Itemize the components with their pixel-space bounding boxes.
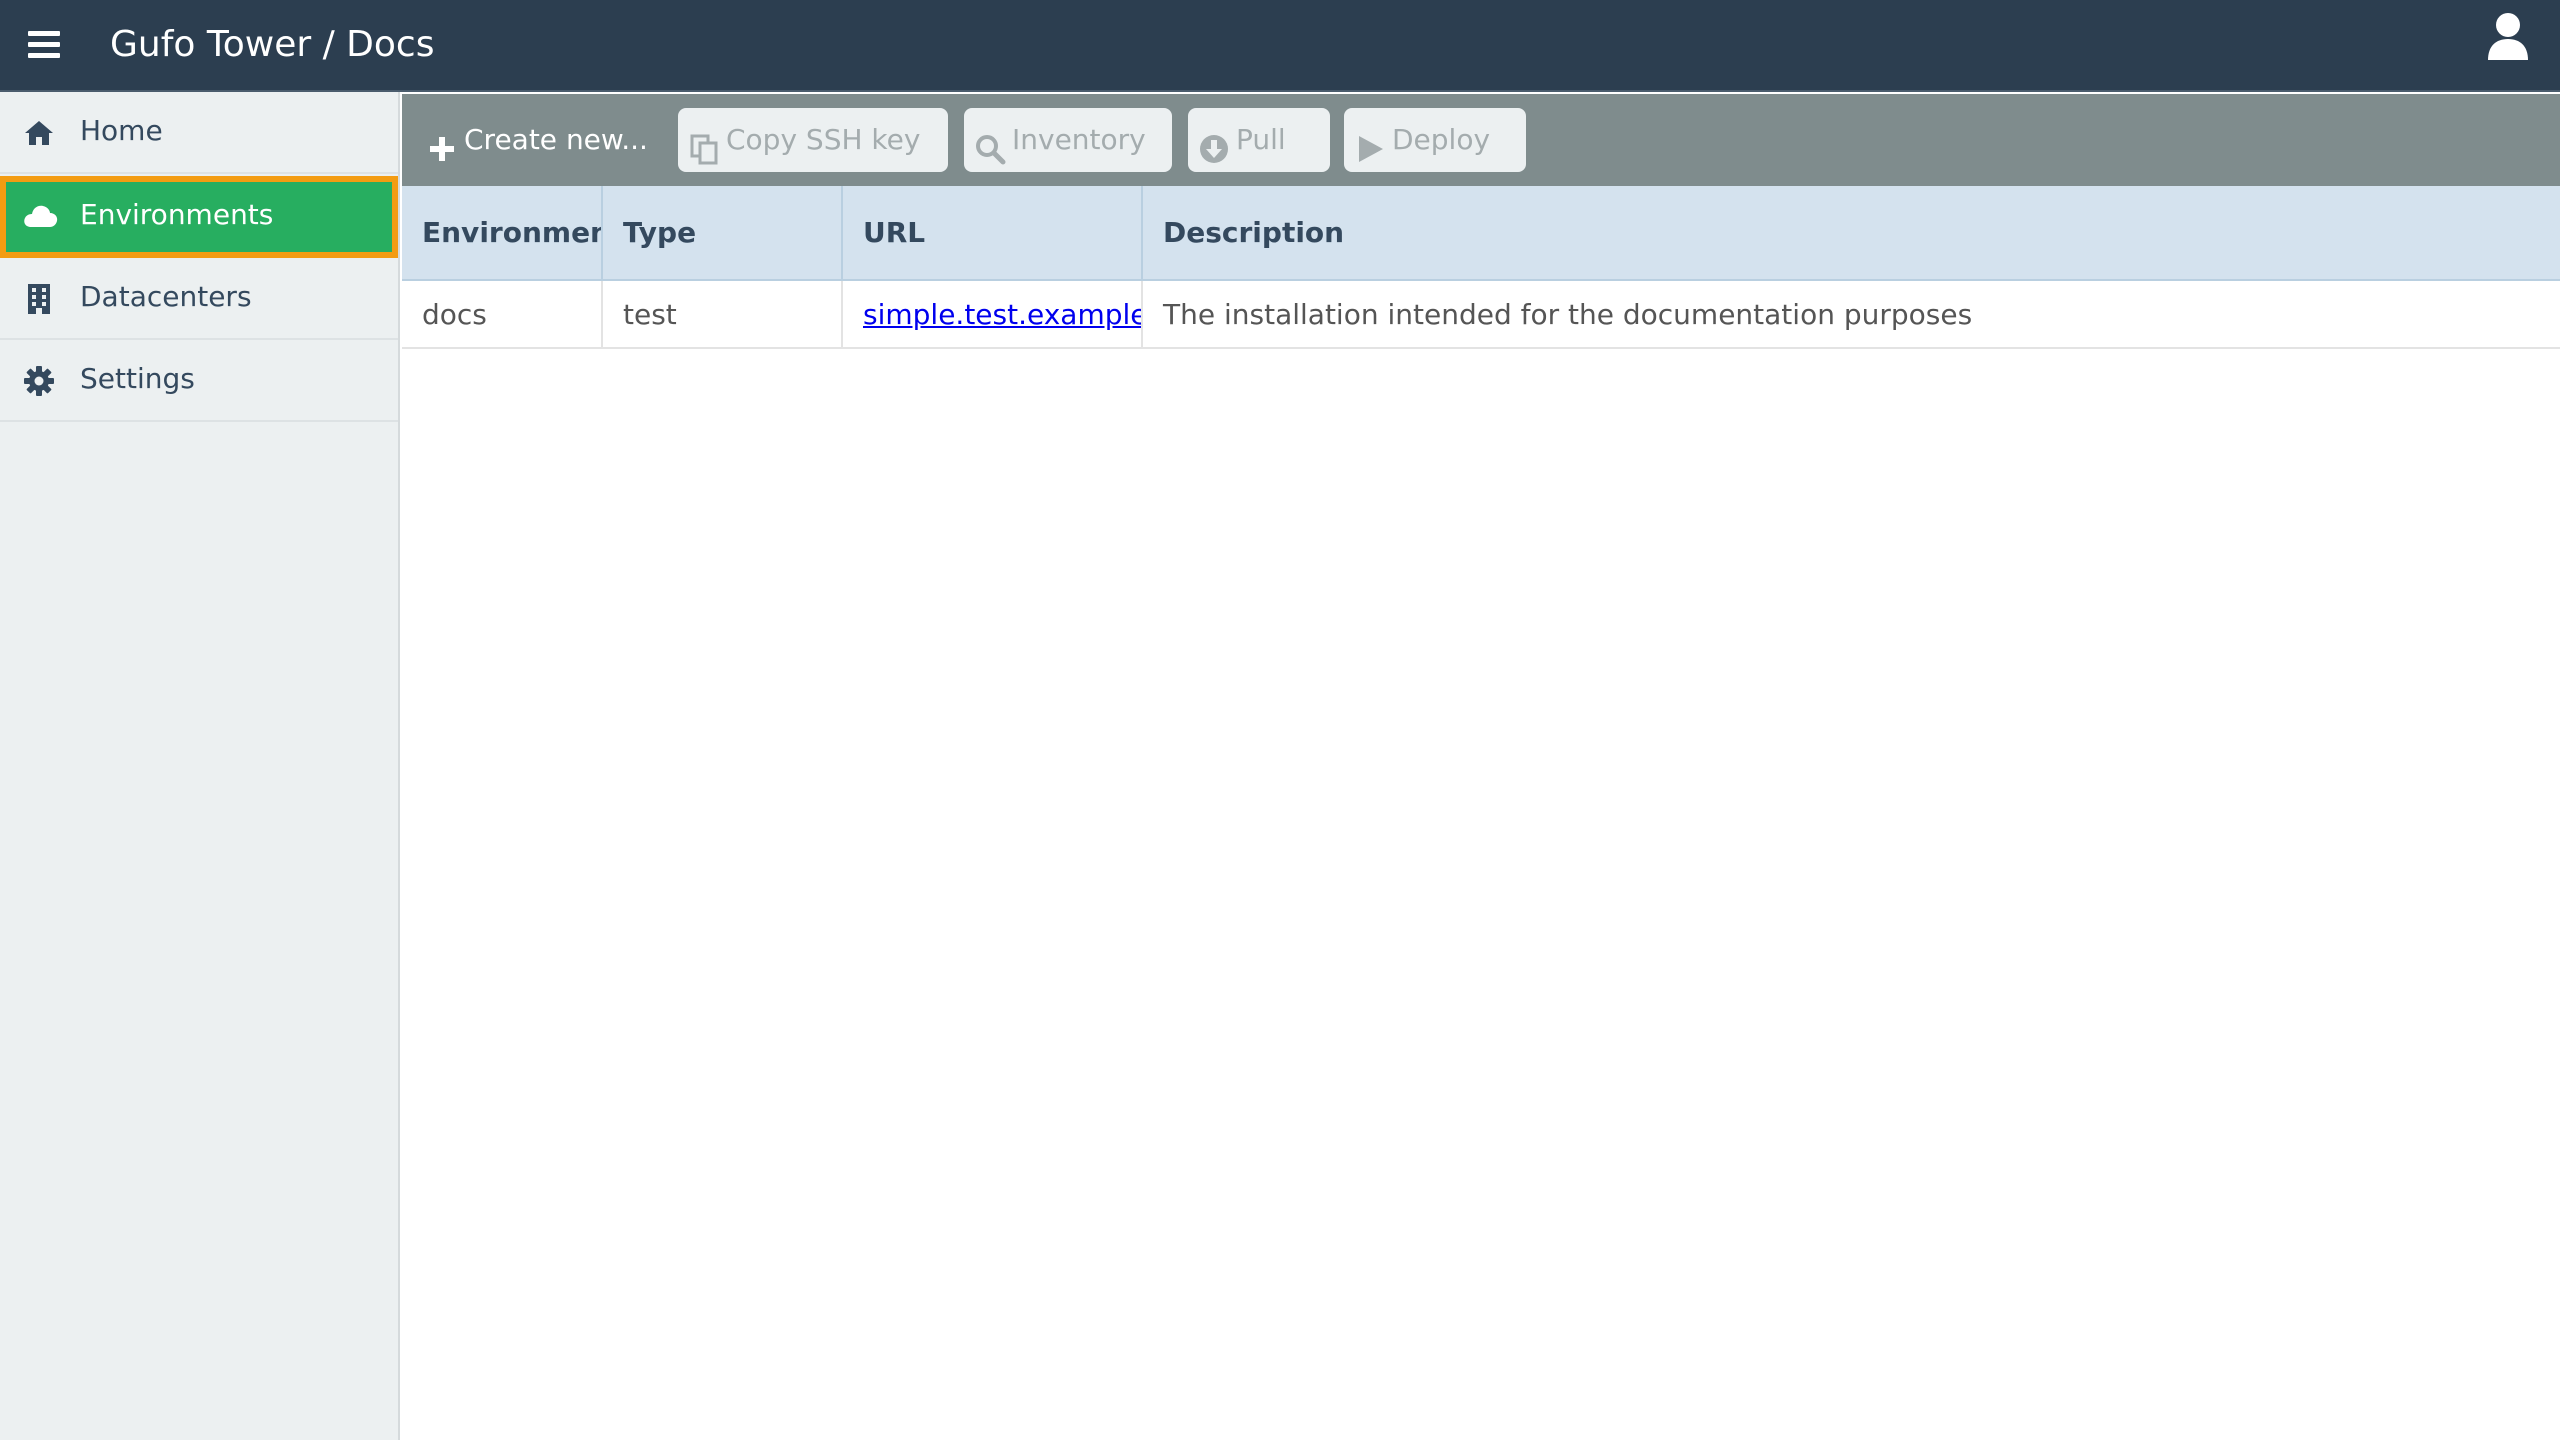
inventory-label: Inventory	[1012, 123, 1146, 156]
page-title: Gufo Tower / Docs	[110, 24, 435, 65]
pull-label: Pull	[1236, 123, 1286, 156]
cell-type: test	[602, 280, 843, 349]
sidebar-item-environments[interactable]: Environments	[0, 176, 398, 258]
hamburger-icon[interactable]	[28, 31, 60, 59]
deploy-button[interactable]: Deploy	[1344, 108, 1526, 172]
sidebar-item-datacenters[interactable]: Datacenters	[0, 258, 398, 340]
sidebar-item-label: Datacenters	[80, 280, 252, 313]
cell-url: simple.test.example.com	[842, 280, 1143, 349]
search-icon	[974, 124, 1006, 165]
sidebar: Home Environments Datacenters Settings	[0, 92, 400, 1440]
plus-icon	[426, 124, 458, 161]
column-header-url[interactable]: URL	[842, 186, 1143, 281]
cell-description: The installation intended for the docume…	[1142, 280, 2560, 349]
sidebar-item-home[interactable]: Home	[0, 92, 398, 174]
url-link[interactable]: simple.test.example.com	[863, 298, 1140, 331]
sidebar-item-label: Environments	[80, 198, 274, 231]
column-header-type[interactable]: Type	[602, 186, 843, 281]
copy-ssh-key-label: Copy SSH key	[726, 123, 921, 156]
inventory-button[interactable]: Inventory	[964, 108, 1172, 172]
gear-icon	[22, 364, 56, 398]
play-icon	[1354, 124, 1386, 162]
table-header-row: Environment Type URL Description	[402, 186, 2560, 281]
create-new-button[interactable]: Create new...	[416, 108, 648, 172]
environments-table: Environment Type URL Description docs te…	[402, 186, 2560, 349]
cloud-icon	[22, 200, 58, 234]
building-icon	[22, 282, 56, 316]
column-header-environment[interactable]: Environment	[402, 186, 603, 281]
copy-icon	[688, 124, 720, 165]
sidebar-item-label: Settings	[80, 362, 195, 395]
sidebar-item-settings[interactable]: Settings	[0, 340, 398, 422]
deploy-label: Deploy	[1392, 123, 1491, 156]
download-circle-icon	[1198, 124, 1230, 163]
user-icon[interactable]	[2486, 12, 2530, 62]
create-new-label: Create new...	[464, 123, 648, 156]
cell-environment[interactable]: docs	[402, 280, 603, 349]
top-bar: Gufo Tower / Docs	[0, 0, 2560, 92]
copy-ssh-key-button[interactable]: Copy SSH key	[678, 108, 948, 172]
sidebar-item-label: Home	[80, 114, 163, 147]
table-row[interactable]: docs test simple.test.example.com The in…	[402, 280, 2560, 349]
toolbar: Create new... Copy SSH key Inventory Pul…	[402, 94, 2560, 186]
column-header-description[interactable]: Description	[1142, 186, 2560, 281]
pull-button[interactable]: Pull	[1188, 108, 1330, 172]
home-icon	[22, 116, 56, 150]
